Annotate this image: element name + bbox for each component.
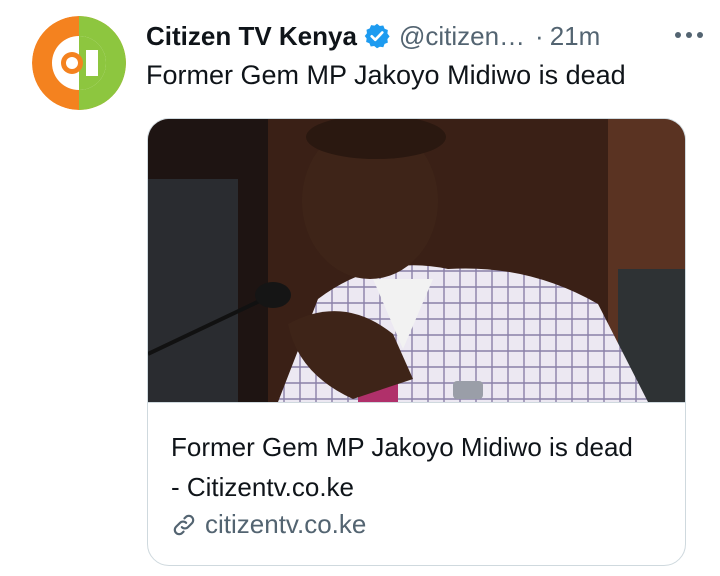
timestamp[interactable]: 21m xyxy=(550,21,601,52)
citizen-tv-logo-icon xyxy=(32,16,126,110)
more-options-icon[interactable] xyxy=(674,30,704,40)
separator-dot: · xyxy=(535,20,544,51)
link-preview-card[interactable]: Former Gem MP Jakoyo Midiwo is dead - Ci… xyxy=(147,118,686,566)
tweet-header: Citizen TV Kenya @citizen… · 21m xyxy=(146,18,704,54)
author-avatar[interactable] xyxy=(32,16,126,110)
card-divider xyxy=(148,402,685,403)
link-icon xyxy=(173,514,195,535)
author-name[interactable]: Citizen TV Kenya xyxy=(146,21,357,52)
card-domain-text: citizentv.co.ke xyxy=(205,509,367,539)
article-photo[interactable] xyxy=(148,119,686,402)
author-handle[interactable]: @citizen… xyxy=(399,21,525,52)
card-title[interactable]: Former Gem MP Jakoyo Midiwo is dead - Ci… xyxy=(171,427,641,507)
verified-badge-icon xyxy=(364,23,390,49)
card-domain[interactable]: citizentv.co.ke xyxy=(171,509,366,540)
tweet-text: Former Gem MP Jakoyo Midiwo is dead xyxy=(146,60,626,90)
